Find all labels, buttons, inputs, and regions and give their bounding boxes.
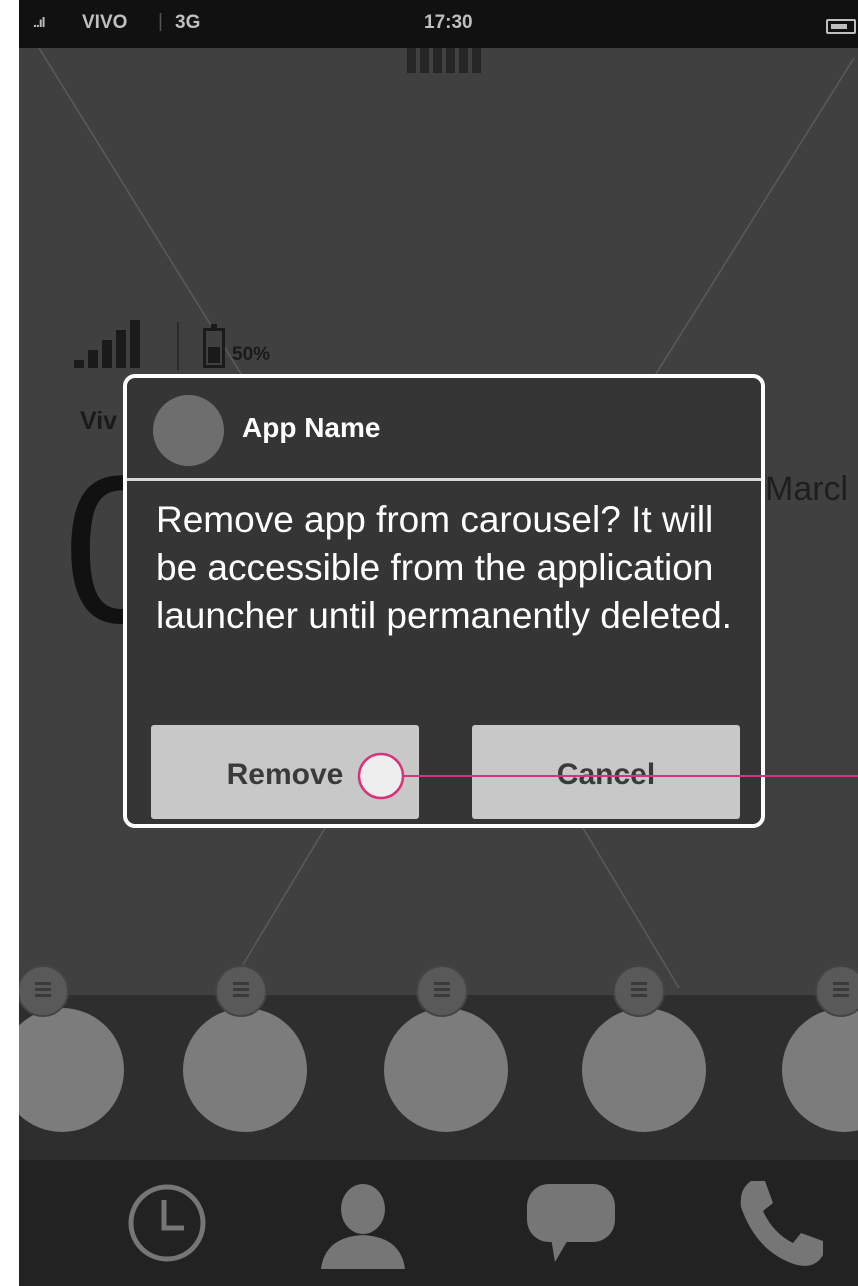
signal-icon: ..ıl — [33, 14, 46, 30]
messages-icon — [527, 1184, 615, 1262]
widget-divider — [177, 322, 179, 370]
clock-icon — [128, 1184, 206, 1262]
app-menu-icon[interactable] — [613, 965, 665, 1017]
dialog-message: Remove app from carousel? It will be acc… — [156, 499, 732, 636]
carousel-app-2[interactable] — [183, 1008, 307, 1132]
status-time: 17:30 — [424, 12, 473, 33]
battery-percent: 50% — [232, 344, 271, 365]
nav-phone[interactable] — [711, 1160, 851, 1286]
dialog-divider — [127, 478, 761, 481]
app-menu-icon[interactable] — [815, 965, 858, 1017]
widget-date: Marcl — [765, 470, 849, 508]
pull-down-handle[interactable] — [407, 48, 485, 73]
dialog-title: App Name — [242, 412, 381, 443]
status-bar: ..ıl VIVO | 3G 17:30 — [19, 0, 858, 48]
phone-screen: ..ıl VIVO | 3G 17:30 50% Viv 0 Marcl App… — [19, 0, 858, 1286]
battery-level-icon — [203, 324, 225, 368]
app-menu-icon[interactable] — [215, 965, 267, 1017]
remove-button[interactable]: Remove — [151, 725, 419, 819]
nav-contacts[interactable] — [293, 1160, 433, 1286]
carousel-app-4[interactable] — [582, 1008, 706, 1132]
status-separator: | — [158, 11, 163, 32]
battery-icon — [826, 19, 856, 34]
phone-icon — [740, 1181, 823, 1266]
app-icon — [153, 395, 224, 466]
app-menu-icon[interactable] — [19, 965, 69, 1017]
carrier-name: VIVO — [82, 12, 128, 33]
remove-app-dialog: App Name Remove app from carousel? It wi… — [123, 374, 765, 828]
cancel-button[interactable]: Cancel — [472, 725, 740, 819]
nav-messages[interactable] — [501, 1160, 641, 1286]
network-type: 3G — [175, 12, 201, 33]
carousel-app-3[interactable] — [384, 1008, 508, 1132]
signal-strength-icon — [74, 320, 154, 368]
contacts-icon — [321, 1184, 405, 1269]
nav-clock[interactable] — [97, 1160, 237, 1286]
app-menu-icon[interactable] — [416, 965, 468, 1017]
